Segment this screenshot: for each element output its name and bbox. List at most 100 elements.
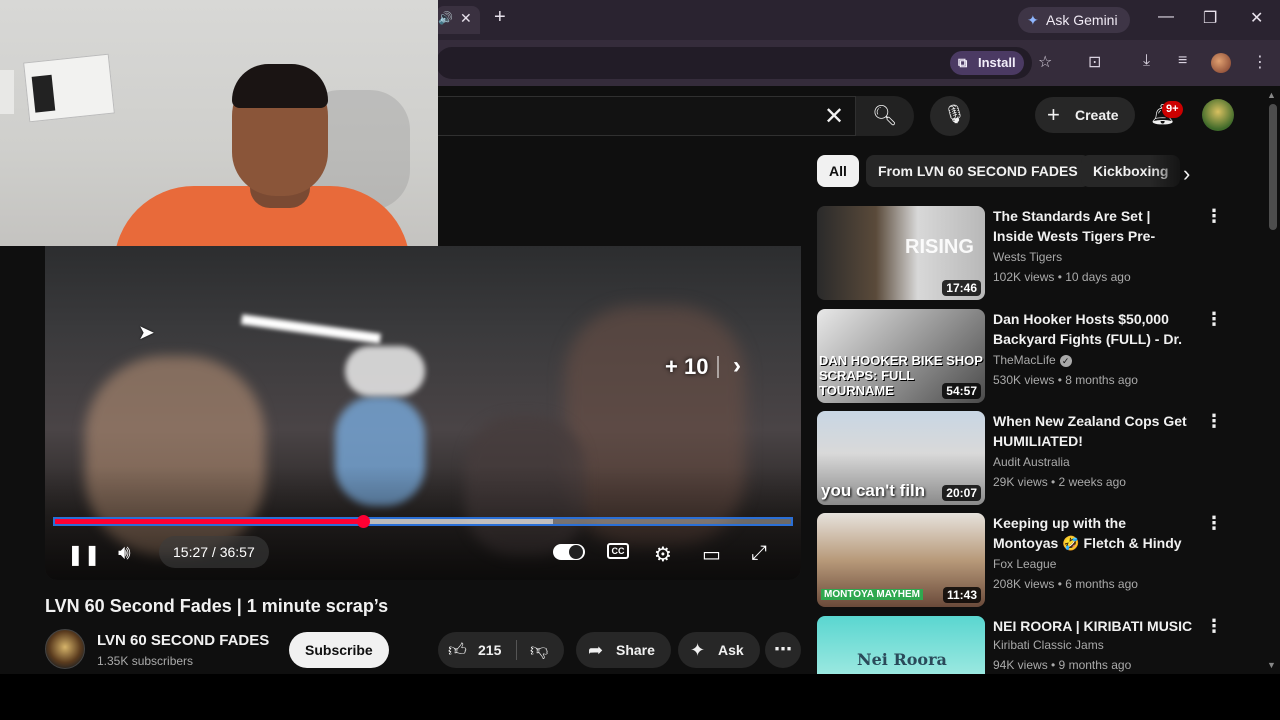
browser-menu-icon[interactable]: ⋮ <box>1252 52 1268 72</box>
theater-mode-icon[interactable]: ▭ <box>702 542 721 567</box>
more-vert-icon[interactable]: ⋮ <box>1205 206 1223 227</box>
recommendation-channel[interactable]: Fox League <box>993 557 1056 571</box>
channel-label: TheMacLife <box>993 353 1056 367</box>
progress-buffered <box>363 519 553 524</box>
recommendation-channel[interactable]: Kiribati Classic Jams <box>993 638 1104 652</box>
progress-scrubber-handle[interactable] <box>357 515 370 528</box>
downloads-icon[interactable]: ⤓ <box>1143 52 1150 70</box>
video-thumbnail[interactable]: DAN HOOKER BIKE SHOP SCRAPS: FULL TOURNA… <box>817 309 985 403</box>
subscriber-count: 1.35K subscribers <box>97 654 194 668</box>
share-label: Share <box>616 642 655 658</box>
thumbnail-text: you can't filn <box>821 481 926 500</box>
thumbnail-text: MONTOYA MAYHEM <box>821 589 923 600</box>
like-count[interactable]: 215 <box>478 632 501 668</box>
skip-chevron-right-icon[interactable]: › <box>733 352 741 380</box>
volume-icon[interactable]: 🔊︎ <box>118 542 131 565</box>
wall-certificate <box>23 53 115 123</box>
share-button[interactable]: ➦ Share <box>576 632 671 668</box>
scroll-up-arrow-icon[interactable]: ▲ <box>1267 90 1276 100</box>
captions-icon[interactable]: CC <box>607 543 629 559</box>
video-thumbnail[interactable]: you can't filn 20:07 <box>817 411 985 505</box>
webcam-overlay <box>0 0 438 246</box>
more-vert-icon[interactable]: ⋮ <box>1205 309 1223 330</box>
fullscreen-icon[interactable]: ⤢ <box>751 542 767 565</box>
progress-played <box>55 519 363 524</box>
thumbnail-text: RISING <box>905 236 974 258</box>
recommendation-meta: 102K views • 10 days ago <box>993 270 1131 284</box>
recommendation-channel[interactable]: Wests Tigers <box>993 250 1062 264</box>
verified-check-icon: ✓ <box>1059 355 1072 367</box>
time-display: 15:27 / 36:57 <box>159 536 269 568</box>
recommendation-meta: 530K views • 8 months ago <box>993 373 1138 387</box>
pause-icon[interactable]: ❚❚ <box>67 542 101 567</box>
bookmark-star-icon[interactable]: ☆ <box>1038 52 1052 72</box>
recommendation-title[interactable]: When New Zealand Cops Get HUMILIATED! <box>993 411 1193 451</box>
recommendation-item[interactable]: you can't filn 20:07 When New Zealand Co… <box>817 411 1237 507</box>
create-button[interactable]: + Create <box>1035 97 1135 133</box>
install-icon: ⧉ <box>958 55 968 70</box>
chip-all[interactable]: All <box>817 155 859 187</box>
browser-profile-avatar[interactable] <box>1211 53 1231 73</box>
video-thumbnail[interactable]: MONTOYA MAYHEM 11:43 <box>817 513 985 607</box>
notifications-badge: 9+ <box>1162 101 1183 118</box>
scroll-down-arrow-icon[interactable]: ▼ <box>1267 660 1276 670</box>
more-actions-button[interactable]: ⋯ <box>765 632 801 668</box>
voice-search-button[interactable]: 🎙︎ <box>930 96 970 136</box>
recommendation-title[interactable]: Keeping up with the Montoyas 🤣 Fletch & … <box>993 513 1193 553</box>
media-controls-icon[interactable]: ≡ <box>1178 52 1187 70</box>
install-app-button[interactable]: ⧉ Install <box>950 51 1024 75</box>
skip-forward-label[interactable]: + 10 <box>665 354 708 380</box>
maximize-button[interactable]: ❐ <box>1203 8 1217 28</box>
clear-search-icon[interactable]: ✕ <box>824 102 844 131</box>
settings-gear-icon[interactable]: ⚙ <box>654 542 672 567</box>
more-vert-icon[interactable]: ⋮ <box>1205 513 1223 534</box>
ask-gemini-button[interactable]: ✦ Ask Gemini <box>1018 7 1130 33</box>
video-duration: 17:46 <box>942 280 981 296</box>
channel-name[interactable]: LVN 60 SECOND FADES <box>97 632 269 649</box>
skip-divider <box>717 356 719 378</box>
video-player[interactable]: + 10 › ❚❚ 🔊︎ 15:27 / 36:57 CC ⚙ ▭ ⤢ <box>45 246 801 580</box>
install-label: Install <box>978 55 1016 70</box>
video-duration: 20:07 <box>942 485 981 501</box>
search-icon: 🔍︎ <box>872 105 898 127</box>
ask-button[interactable]: ✦ Ask <box>678 632 760 668</box>
like-divider <box>516 640 517 660</box>
channel-avatar[interactable] <box>45 629 85 669</box>
gemini-sparkle-icon: ✦ <box>1027 12 1039 28</box>
tab-audio-icon[interactable]: 🔊 <box>438 11 453 25</box>
minimize-button[interactable]: — <box>1158 8 1174 26</box>
autoplay-toggle[interactable] <box>553 544 585 560</box>
video-thumbnail[interactable]: RISING 17:46 <box>817 206 985 300</box>
recommendation-title[interactable]: NEI ROORA | KIRIBATI MUSIC <box>993 616 1193 636</box>
close-window-button[interactable]: ✕ <box>1250 8 1263 28</box>
plus-icon: + <box>1047 102 1060 127</box>
recommendation-item[interactable]: RISING 17:46 The Standards Are Set | Ins… <box>817 206 1237 302</box>
chip-from-channel[interactable]: From LVN 60 SECOND FADES <box>866 155 1090 187</box>
chevron-right-icon[interactable]: › <box>1183 161 1190 187</box>
new-tab-button[interactable]: + <box>494 6 506 29</box>
recommendation-item[interactable]: MONTOYA MAYHEM 11:43 Keeping up with the… <box>817 513 1237 609</box>
cast-search-icon[interactable]: ⊡ <box>1088 52 1101 72</box>
search-input[interactable] <box>436 96 856 136</box>
account-avatar[interactable] <box>1202 99 1234 131</box>
recommendation-item[interactable]: DAN HOOKER BIKE SHOP SCRAPS: FULL TOURNA… <box>817 309 1237 405</box>
search-button[interactable]: 🔍︎ <box>856 96 914 136</box>
recommendation-title[interactable]: The Standards Are Set | Inside Wests Tig… <box>993 206 1193 246</box>
recommendation-channel[interactable]: TheMacLife ✓ <box>993 353 1072 367</box>
more-vert-icon[interactable]: ⋮ <box>1205 616 1223 637</box>
recommendation-title[interactable]: Dan Hooker Hosts $50,000 Backyard Fights… <box>993 309 1193 349</box>
thumbs-up-icon[interactable]: 👍︎ <box>448 639 467 661</box>
tab-close-icon[interactable]: ✕ <box>460 10 472 27</box>
thumbs-down-icon[interactable]: 👎︎ <box>530 639 548 661</box>
scrollbar-thumb[interactable] <box>1269 104 1277 230</box>
create-label: Create <box>1075 107 1119 123</box>
thumbnail-text: Nei Roora <box>857 650 947 669</box>
more-vert-icon[interactable]: ⋮ <box>1205 411 1223 432</box>
recommendation-channel[interactable]: Audit Australia <box>993 455 1070 469</box>
video-title: LVN 60 Second Fades | 1 minute scrap’s <box>45 596 389 616</box>
sparkle-icon: ✦ <box>690 640 706 660</box>
address-bar[interactable] <box>436 47 1032 79</box>
subscribe-button[interactable]: Subscribe <box>289 632 389 668</box>
share-arrow-icon: ➦ <box>588 640 604 660</box>
video-thumbnail[interactable]: Nei Roora <box>817 616 985 674</box>
